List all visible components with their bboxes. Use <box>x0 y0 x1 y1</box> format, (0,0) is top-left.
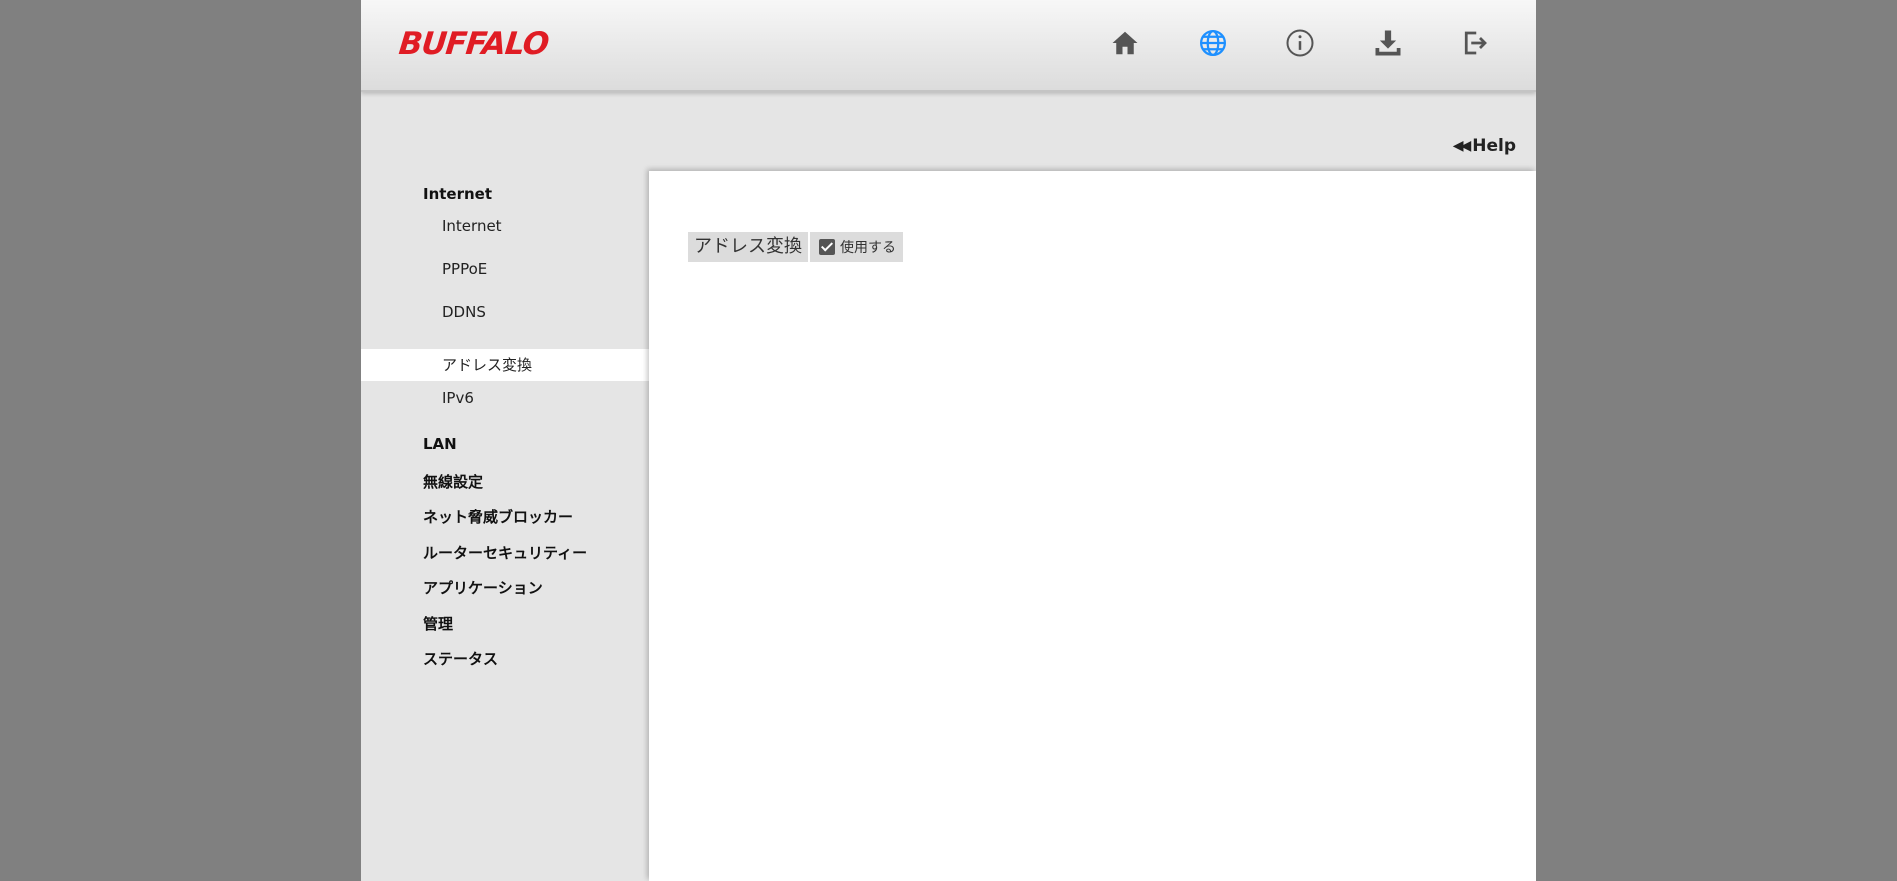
enable-checkbox[interactable] <box>819 239 835 255</box>
header-bar: BUFFALO <box>361 0 1536 92</box>
help-label: Help <box>1472 136 1516 156</box>
globe-icon[interactable] <box>1196 26 1230 60</box>
double-left-arrow-icon: ◀◀ <box>1452 138 1471 154</box>
sidebar-category-internet[interactable]: Internet <box>423 185 492 203</box>
app-shell: BUFFALO ◀◀ Help Internet Internet PPPoE … <box>361 0 1536 881</box>
main-content: アドレス変換 使用する <box>649 171 1536 881</box>
sidebar-item-ipv6[interactable]: IPv6 <box>361 382 649 414</box>
sidebar-category-wireless[interactable]: 無線設定 <box>423 471 483 492</box>
help-toggle[interactable]: ◀◀ Help <box>1453 136 1516 156</box>
address-translation-setting-row: アドレス変換 使用する <box>688 232 903 262</box>
logout-icon[interactable] <box>1458 26 1492 60</box>
setting-value: 使用する <box>810 232 903 262</box>
sidebar-category-threat-blocker[interactable]: ネット脅威ブロッカー <box>423 506 573 527</box>
home-icon[interactable] <box>1108 26 1142 60</box>
sidebar-item-internet[interactable]: Internet <box>361 210 649 242</box>
sidebar-category-application[interactable]: アプリケーション <box>423 577 543 598</box>
buffalo-logo[interactable]: BUFFALO <box>397 26 550 62</box>
sidebar-category-router-security[interactable]: ルーターセキュリティー <box>423 542 587 563</box>
sidebar-category-management[interactable]: 管理 <box>423 613 453 634</box>
sidebar-category-status[interactable]: ステータス <box>423 648 498 669</box>
setting-label: アドレス変換 <box>688 232 808 262</box>
sidebar-item-ddns[interactable]: DDNS <box>361 296 649 328</box>
sidebar-item-address-translation[interactable]: アドレス変換 <box>361 349 649 381</box>
sidebar-category-lan[interactable]: LAN <box>423 435 457 453</box>
sidebar-item-pppoe[interactable]: PPPoE <box>361 253 649 285</box>
enable-checkbox-label[interactable]: 使用する <box>840 237 896 257</box>
download-icon[interactable] <box>1371 26 1405 60</box>
info-icon[interactable] <box>1283 26 1317 60</box>
